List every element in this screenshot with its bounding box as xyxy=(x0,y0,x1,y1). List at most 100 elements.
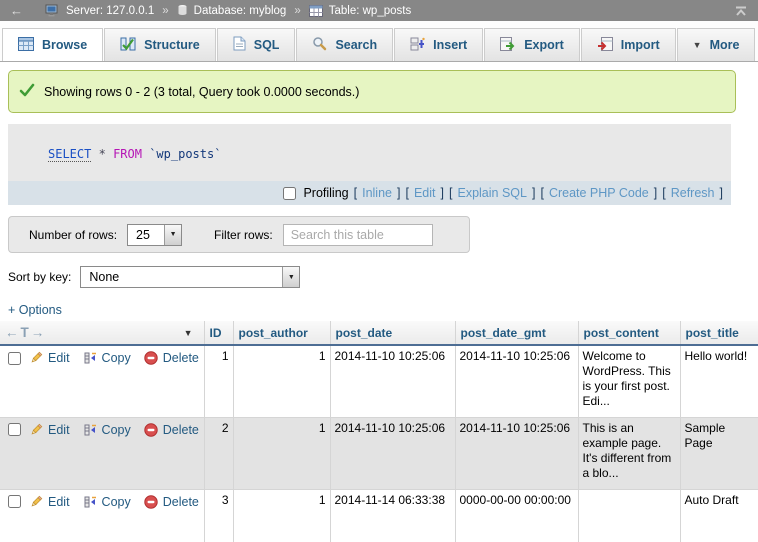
phpmyadmin-browse-page: ← Server: 127.0.0.1 » Database: myblog »… xyxy=(0,0,758,542)
cell-post-date-gmt[interactable]: 0000-00-00 00:00:00 xyxy=(455,489,578,542)
cell-post-author[interactable]: 1 xyxy=(233,345,330,417)
copy-row-icon[interactable] xyxy=(83,495,97,509)
edit-pencil-icon[interactable] xyxy=(29,351,43,365)
tab-structure[interactable]: Structure xyxy=(104,28,216,61)
edit-pencil-icon[interactable] xyxy=(29,423,43,437)
back-arrow-icon[interactable]: ← xyxy=(10,3,23,18)
bracket: ] xyxy=(720,186,723,200)
tab-sql[interactable]: SQL xyxy=(217,28,296,61)
cell-post-content[interactable]: This is an example page. It's different … xyxy=(578,417,680,489)
cell-post-date[interactable]: 2014-11-10 10:25:06 xyxy=(330,345,455,417)
column-header-id[interactable]: ID xyxy=(204,321,233,345)
tab-search[interactable]: Search xyxy=(296,28,393,61)
cell-id[interactable]: 3 xyxy=(204,489,233,542)
row-edit-link[interactable]: Edit xyxy=(48,495,70,509)
breadcrumb-bar: ← Server: 127.0.0.1 » Database: myblog »… xyxy=(0,0,758,21)
cell-post-date[interactable]: 2014-11-10 10:25:06 xyxy=(330,417,455,489)
tab-import[interactable]: Import xyxy=(581,28,676,61)
cell-post-title[interactable]: Hello world! xyxy=(680,345,758,417)
edit-query-link[interactable]: Edit xyxy=(414,186,436,200)
delete-row-icon[interactable] xyxy=(144,423,158,437)
tab-label: Browse xyxy=(42,38,87,52)
transpose-icon[interactable]: ←T→ xyxy=(5,325,46,340)
copy-row-icon[interactable] xyxy=(83,423,97,437)
cell-id[interactable]: 2 xyxy=(204,417,233,489)
insert-row-icon xyxy=(410,37,425,54)
success-text: Showing rows 0 - 2 (3 total, Query took … xyxy=(44,85,359,99)
tab-label: Insert xyxy=(433,38,467,52)
breadcrumb-table-link[interactable]: Table: wp_posts xyxy=(329,5,411,17)
check-icon xyxy=(19,83,35,100)
row-options-caret-icon[interactable]: ▼ xyxy=(184,328,193,338)
row-checkbox[interactable] xyxy=(8,352,21,365)
tab-label: Export xyxy=(524,38,564,52)
tab-export[interactable]: Export xyxy=(484,28,580,61)
bracket: [ xyxy=(540,186,543,200)
bracket: [ xyxy=(354,186,357,200)
sql-keyword-from: FROM xyxy=(113,147,142,161)
rows-control-bar: Number of rows: 25 ▼ Filter rows: xyxy=(8,216,470,253)
cell-post-date-gmt[interactable]: 2014-11-10 10:25:06 xyxy=(455,417,578,489)
options-toggle-link[interactable]: + Options xyxy=(8,303,62,317)
number-of-rows-select[interactable]: 25 ▼ xyxy=(127,224,182,246)
column-header-post-date[interactable]: post_date xyxy=(330,321,455,345)
browse-table-icon xyxy=(18,37,34,54)
column-header-post-title[interactable]: post_title xyxy=(680,321,758,345)
row-copy-link[interactable]: Copy xyxy=(102,423,131,437)
cell-post-date-gmt[interactable]: 2014-11-10 10:25:06 xyxy=(455,345,578,417)
explain-sql-link[interactable]: Explain SQL xyxy=(457,186,526,200)
cell-post-title[interactable]: Auto Draft xyxy=(680,489,758,542)
tab-insert[interactable]: Insert xyxy=(394,28,483,61)
sql-keyword-select[interactable]: SELECT xyxy=(48,147,91,162)
tab-more[interactable]: ▼ More xyxy=(677,28,756,61)
cell-post-date[interactable]: 2014-11-14 06:33:38 xyxy=(330,489,455,542)
collapse-panel-icon[interactable] xyxy=(734,5,748,17)
cell-id[interactable]: 1 xyxy=(204,345,233,417)
profiling-checkbox[interactable] xyxy=(283,187,296,200)
tab-browse[interactable]: Browse xyxy=(2,28,103,61)
row-delete-link[interactable]: Delete xyxy=(163,351,199,365)
column-header-post-date-gmt[interactable]: post_date_gmt xyxy=(455,321,578,345)
export-icon xyxy=(500,37,516,54)
tab-label: Structure xyxy=(144,38,200,52)
results-table: ←T→ ▼ ID post_author post_date post_date… xyxy=(0,321,758,542)
inline-link[interactable]: Inline xyxy=(362,186,392,200)
breadcrumb-separator: » xyxy=(162,5,168,17)
row-copy-link[interactable]: Copy xyxy=(102,351,131,365)
column-header-post-content[interactable]: post_content xyxy=(578,321,680,345)
filter-rows-input[interactable] xyxy=(283,224,433,246)
create-php-code-link[interactable]: Create PHP Code xyxy=(549,186,649,200)
bracket: [ xyxy=(662,186,665,200)
cell-post-content[interactable]: Welcome to WordPress. This is your first… xyxy=(578,345,680,417)
column-header-post-author[interactable]: post_author xyxy=(233,321,330,345)
delete-row-icon[interactable] xyxy=(144,351,158,365)
select-caret-icon: ▼ xyxy=(282,267,299,287)
bracket: ] xyxy=(441,186,444,200)
row-checkbox[interactable] xyxy=(8,423,21,436)
edit-pencil-icon[interactable] xyxy=(29,495,43,509)
breadcrumb-server-link[interactable]: Server: 127.0.0.1 xyxy=(66,5,154,17)
refresh-link[interactable]: Refresh xyxy=(671,186,715,200)
cell-post-author[interactable]: 1 xyxy=(233,417,330,489)
copy-row-icon[interactable] xyxy=(83,351,97,365)
row-delete-link[interactable]: Delete xyxy=(163,495,199,509)
row-edit-link[interactable]: Edit xyxy=(48,423,70,437)
tab-label: SQL xyxy=(254,38,280,52)
cell-post-content[interactable] xyxy=(578,489,680,542)
sort-by-key-label: Sort by key: xyxy=(8,270,71,284)
cell-post-title[interactable]: Sample Page xyxy=(680,417,758,489)
row-edit-link[interactable]: Edit xyxy=(48,351,70,365)
breadcrumb-database-link[interactable]: Database: myblog xyxy=(194,5,287,17)
sort-by-key-select[interactable]: None ▼ xyxy=(80,266,300,288)
delete-row-icon[interactable] xyxy=(144,495,158,509)
cell-post-author[interactable]: 1 xyxy=(233,489,330,542)
row-checkbox[interactable] xyxy=(8,495,21,508)
table-header-row: ←T→ ▼ ID post_author post_date post_date… xyxy=(0,321,758,345)
select-caret-icon: ▼ xyxy=(164,225,181,245)
table-row: Edit Copy Delete 2 1 2014-11-10 10:25:06… xyxy=(0,417,758,489)
caret-down-icon: ▼ xyxy=(693,40,702,50)
number-of-rows-label: Number of rows: xyxy=(29,228,117,242)
row-copy-link[interactable]: Copy xyxy=(102,495,131,509)
row-delete-link[interactable]: Delete xyxy=(163,423,199,437)
tab-label: More xyxy=(710,38,740,52)
